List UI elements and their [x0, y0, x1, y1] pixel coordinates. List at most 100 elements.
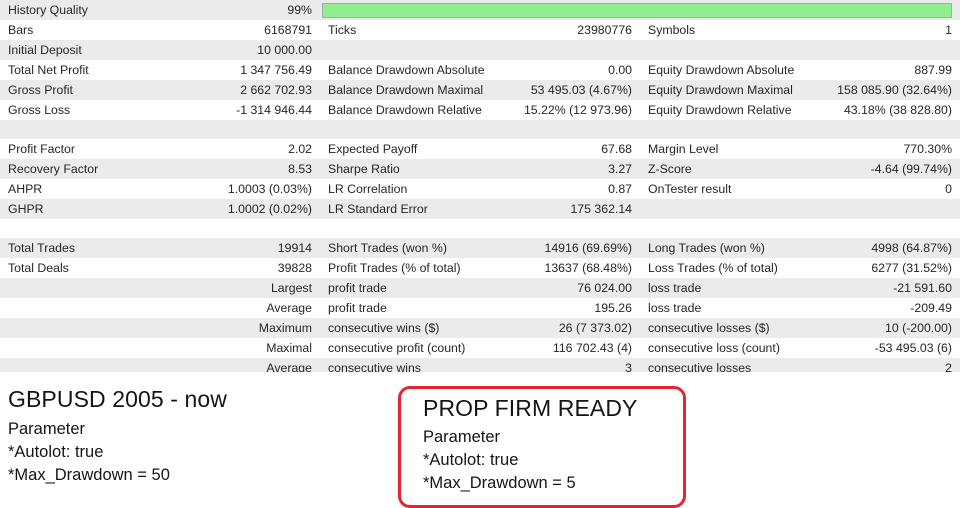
- report-cell: Maximum: [0, 318, 320, 338]
- report-cell: OnTester result 0: [640, 179, 960, 199]
- report-cell-value: 6277 (31.52%): [871, 261, 952, 275]
- report-cell-value: 8.53: [288, 162, 312, 176]
- report-cell: History Quality 99%: [0, 0, 320, 20]
- table-row[interactable]: GHPR 1.0002 (0.02%) LR Standard Error 175 3…: [0, 199, 960, 219]
- report-cell: Total Trades 19914: [0, 238, 320, 258]
- table-row[interactable]: Total Deals 39828 Profit Trades (% of tota…: [0, 258, 960, 278]
- caption-right-title: PROP FIRM READY: [423, 395, 638, 421]
- caption-area: GBPUSD 2005 - now Parameter *Autolot: tr…: [0, 372, 960, 508]
- report-cell-label: Initial Deposit: [8, 43, 82, 57]
- report-cell-value: 2.02: [288, 142, 312, 156]
- table-row[interactable]: Recovery Factor 8.53 Sharpe Ratio 3.27 Z-Sco…: [0, 159, 960, 179]
- report-cell-value: 3.27: [608, 162, 632, 176]
- caption-right-line-1: *Autolot: true: [423, 451, 519, 469]
- report-cell-label: Long Trades (won %): [648, 241, 765, 255]
- report-cell: AHPR 1.0003 (0.03%): [0, 179, 320, 199]
- report-cell-label: Maximal: [266, 341, 312, 355]
- report-cell: Equity Drawdown Relative 43.18% (38 828.8…: [640, 100, 960, 120]
- report-cell: Short Trades (won %) 14916 (69.69%): [320, 238, 640, 258]
- report-cell-label: AHPR: [8, 182, 43, 196]
- caption-left-line-0: Parameter: [8, 420, 86, 438]
- report-cell: Bars 6168791: [0, 20, 320, 40]
- report-cell-value: 19914: [277, 241, 312, 255]
- report-cell-label: Recovery Factor: [8, 162, 99, 176]
- table-row[interactable]: Gross Profit 2 662 702.93 Balance Drawdown…: [0, 80, 960, 100]
- report-cell-label: loss trade: [648, 301, 702, 315]
- report-cell-value: 10 (-200.00): [885, 321, 952, 335]
- table-row[interactable]: Maximum consecutive wins ($) 26 (7 373.02)…: [0, 318, 960, 338]
- report-cell-value: -209.49: [910, 301, 952, 315]
- report-cell-label: Total Trades: [8, 241, 75, 255]
- report-cell-value: 175 362.14: [570, 202, 632, 216]
- report-cell: Loss Trades (% of total) 6277 (31.52%): [640, 258, 960, 278]
- table-row[interactable]: Gross Loss -1 314 946.44 Balance Drawdown …: [0, 100, 960, 120]
- report-cell-label: profit trade: [328, 281, 387, 295]
- report-cell-value: 99%: [287, 3, 312, 17]
- report-cell-label: Average: [266, 301, 312, 315]
- report-cell: Average: [0, 298, 320, 318]
- report-cell: Ticks 23980776: [320, 20, 640, 40]
- report-cell: loss trade -209.49: [640, 298, 960, 318]
- table-row[interactable]: History Quality 99%: [0, 0, 960, 20]
- section-spacer: [0, 120, 960, 139]
- report-cell-label: consecutive losses ($): [648, 321, 770, 335]
- table-row[interactable]: Average profit trade 195.26 loss trade -209.…: [0, 298, 960, 318]
- report-cell-label: Equity Drawdown Absolute: [648, 63, 795, 77]
- table-row[interactable]: AHPR 1.0003 (0.03%) LR Correlation 0.87 OnTe…: [0, 179, 960, 199]
- report-cell: [640, 199, 960, 219]
- report-cell: Profit Factor 2.02: [0, 139, 320, 159]
- table-row[interactable]: Bars 6168791 Ticks 23980776 Symbols 1: [0, 20, 960, 40]
- report-cell: [320, 40, 640, 60]
- report-cell: LR Correlation 0.87: [320, 179, 640, 199]
- report-cell-value: 4998 (64.87%): [871, 241, 952, 255]
- section-spacer: [0, 219, 960, 238]
- report-cell: Balance Drawdown Absolute 0.00: [320, 60, 640, 80]
- report-cell-value: 2 662 702.93: [240, 83, 312, 97]
- report-cell: Largest: [0, 278, 320, 298]
- report-cell: Balance Drawdown Maximal 53 495.03 (4.67%…: [320, 80, 640, 100]
- report-cell-label: Equity Drawdown Relative: [648, 103, 792, 117]
- report-cell: Expected Payoff 67.68: [320, 139, 640, 159]
- report-cell-label: LR Correlation: [328, 182, 408, 196]
- report-cell-label: Short Trades (won %): [328, 241, 447, 255]
- report-cell-value: 1.0003 (0.03%): [227, 182, 312, 196]
- report-cell-label: loss trade: [648, 281, 702, 295]
- report-cell-label: consecutive wins ($): [328, 321, 440, 335]
- report-cell-label: Expected Payoff: [328, 142, 418, 156]
- report-cell: profit trade 76 024.00: [320, 278, 640, 298]
- report-cell-label: consecutive profit (count): [328, 341, 466, 355]
- caption-left-line-1: *Autolot: true: [8, 443, 104, 461]
- report-cell: Z-Score -4.64 (99.74%): [640, 159, 960, 179]
- report-cell-value: -21 591.60: [893, 281, 952, 295]
- table-row[interactable]: Largest profit trade 76 024.00 loss trade -2…: [0, 278, 960, 298]
- report-cell-label: Maximum: [258, 321, 312, 335]
- report-cell: Equity Drawdown Absolute 887.99: [640, 60, 960, 80]
- report-cell: Equity Drawdown Maximal 158 085.90 (32.64…: [640, 80, 960, 100]
- report-cell-label: OnTester result: [648, 182, 732, 196]
- report-cell-value: 770.30%: [903, 142, 952, 156]
- report-cell-label: Profit Trades (% of total): [328, 261, 461, 275]
- report-cell: profit trade 195.26: [320, 298, 640, 318]
- report-cell: consecutive losses ($) 10 (-200.00): [640, 318, 960, 338]
- report-cell-value: 0: [945, 182, 952, 196]
- table-row[interactable]: Profit Factor 2.02 Expected Payoff 67.68 Mar…: [0, 139, 960, 159]
- report-cell-label: Total Deals: [8, 261, 69, 275]
- report-cell-value: 39828: [277, 261, 312, 275]
- report-cell-label: History Quality: [8, 3, 88, 17]
- report-cell-label: Bars: [8, 23, 34, 37]
- table-row[interactable]: Initial Deposit 10 000.00: [0, 40, 960, 60]
- report-cell-label: Gross Loss: [8, 103, 71, 117]
- report-cell-label: Symbols: [648, 23, 696, 37]
- report-cell-label: Balance Drawdown Absolute: [328, 63, 485, 77]
- report-cell-label: Loss Trades (% of total): [648, 261, 778, 275]
- table-row[interactable]: Maximal consecutive profit (count) 116 702…: [0, 338, 960, 358]
- caption-block-left: GBPUSD 2005 - now Parameter *Autolot: tr…: [8, 386, 227, 487]
- report-cell-value: 67.68: [601, 142, 632, 156]
- report-cell: [640, 40, 960, 60]
- caption-right-line-2: *Max_Drawdown = 5: [423, 474, 576, 492]
- table-row[interactable]: Total Net Profit 1 347 756.49 Balance Draw…: [0, 60, 960, 80]
- report-cell-value: 15.22% (12 973.96): [523, 103, 632, 117]
- report-cell-label: Largest: [270, 281, 312, 295]
- report-cell-label: Ticks: [328, 23, 357, 37]
- table-row[interactable]: Total Trades 19914 Short Trades (won %) 149…: [0, 238, 960, 258]
